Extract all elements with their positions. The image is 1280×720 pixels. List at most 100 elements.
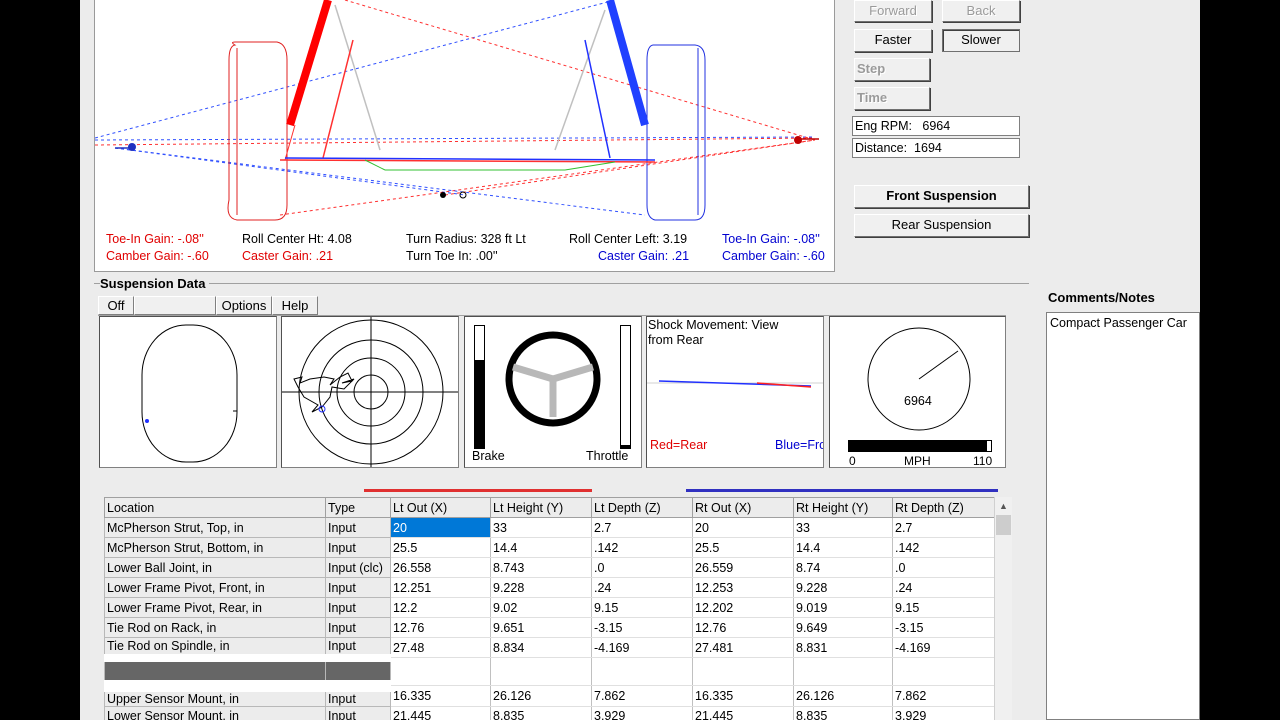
speed-bar <box>848 440 992 452</box>
roll-center-height: Roll Center Ht: 4.08 <box>242 232 352 246</box>
value-cell[interactable]: 25.5 <box>390 537 491 558</box>
value-cell[interactable]: 9.651 <box>490 617 592 638</box>
value-cell[interactable]: 33 <box>793 517 893 538</box>
table-row[interactable]: Lower Ball Joint, in Input (clc) 26.558 8.7… <box>104 557 995 578</box>
value-cell[interactable]: 14.4 <box>793 537 893 558</box>
value-cell[interactable]: -4.169 <box>892 637 995 658</box>
table-row[interactable]: Lower Frame Pivot, Rear, in Input 12.2 9.02… <box>104 597 995 618</box>
header-type[interactable]: Type <box>325 497 391 518</box>
value-cell[interactable]: 12.253 <box>692 577 794 598</box>
value-cell[interactable]: 27.481 <box>692 637 794 658</box>
value-cell[interactable]: 26.126 <box>490 685 592 707</box>
front-suspension-button[interactable]: Front Suspension <box>854 185 1029 208</box>
value-cell[interactable]: -3.15 <box>591 617 693 638</box>
value-cell[interactable]: 8.835 <box>793 706 893 720</box>
value-cell[interactable]: .24 <box>892 577 995 598</box>
value-cell[interactable]: 16.335 <box>692 685 794 707</box>
forward-button[interactable]: Forward <box>854 0 932 22</box>
value-cell[interactable]: .0 <box>892 557 995 578</box>
value-cell[interactable]: .24 <box>591 577 693 598</box>
value-cell[interactable]: 3.929 <box>892 706 995 720</box>
value-cell[interactable]: 26.558 <box>390 557 491 578</box>
row-label-cell: McPherson Strut, Bottom, in <box>104 537 326 558</box>
table-row[interactable]: Tie Rod on Rack, in Input 12.76 9.651 -3.15 1… <box>104 617 995 638</box>
value-cell[interactable]: 9.649 <box>793 617 893 638</box>
header-lt-height[interactable]: Lt Height (Y) <box>490 497 592 518</box>
value-cell[interactable]: 12.76 <box>390 617 491 638</box>
slower-button[interactable]: Slower <box>942 29 1020 52</box>
value-cell[interactable]: 20 <box>692 517 794 538</box>
value-cell[interactable]: 8.831 <box>793 637 893 658</box>
value-cell[interactable]: 8.743 <box>490 557 592 578</box>
value-cell[interactable]: 21.445 <box>390 706 491 720</box>
header-rt-out[interactable]: Rt Out (X) <box>692 497 794 518</box>
value-cell[interactable]: 26.559 <box>692 557 794 578</box>
scroll-thumb[interactable] <box>996 515 1011 535</box>
eng-rpm-field: Eng RPM: 6964 <box>852 116 1020 136</box>
header-lt-out[interactable]: Lt Out (X) <box>390 497 491 518</box>
row-label-cell: Input <box>325 705 391 720</box>
value-cell[interactable]: 33 <box>490 517 592 538</box>
back-button[interactable]: Back <box>942 0 1020 22</box>
table-row[interactable]: Tie Rod on Spindle, in Input 27.48 8.834 -4.… <box>104 637 995 658</box>
table-row[interactable]: Upper Sensor Mount, in Input 16.335 26.126 7… <box>104 685 995 707</box>
value-cell[interactable]: 3.929 <box>591 706 693 720</box>
comments-title: Comments/Notes <box>1048 290 1155 305</box>
value-cell[interactable]: 16.335 <box>390 685 491 707</box>
value-cell[interactable]: .142 <box>591 537 693 558</box>
value-cell[interactable]: 21.445 <box>692 706 794 720</box>
value-cell[interactable]: 8.74 <box>793 557 893 578</box>
suspension-data-table: Location Type Lt Out (X) Lt Height (Y) L… <box>104 497 995 720</box>
separator-cell <box>104 653 326 692</box>
suspension-menu-bar: Off Options Help <box>98 296 1006 316</box>
value-cell[interactable]: 26.126 <box>793 685 893 707</box>
rear-suspension-button[interactable]: Rear Suspension <box>854 214 1029 237</box>
g-force-panel <box>281 316 459 468</box>
value-cell[interactable]: 20 <box>390 517 491 538</box>
menu-blank[interactable] <box>134 296 216 315</box>
value-cell[interactable]: -4.169 <box>591 637 693 658</box>
row-label-cell: Input <box>325 517 391 538</box>
value-cell[interactable]: 2.7 <box>591 517 693 538</box>
menu-help[interactable]: Help <box>272 296 318 315</box>
header-rt-height[interactable]: Rt Height (Y) <box>793 497 893 518</box>
table-row[interactable]: Lower Sensor Mount, in Input 21.445 8.835 3.… <box>104 705 995 720</box>
value-cell[interactable]: 9.02 <box>490 597 592 618</box>
speed-max: 110 <box>973 454 993 468</box>
value-cell[interactable]: 12.76 <box>692 617 794 638</box>
value-cell[interactable]: 7.862 <box>591 685 693 707</box>
menu-off[interactable]: Off <box>98 296 134 315</box>
value-cell[interactable]: 8.834 <box>490 637 592 658</box>
value-cell[interactable]: 2.7 <box>892 517 995 538</box>
value-cell[interactable]: .142 <box>892 537 995 558</box>
table-scrollbar[interactable]: ▲ <box>994 497 1012 720</box>
value-cell[interactable]: 14.4 <box>490 537 592 558</box>
header-rt-depth[interactable]: Rt Depth (Z) <box>892 497 995 518</box>
value-cell[interactable]: 9.228 <box>490 577 592 598</box>
value-cell[interactable]: 9.228 <box>793 577 893 598</box>
time-button[interactable]: Time <box>854 87 930 110</box>
value-cell[interactable]: 8.835 <box>490 706 592 720</box>
step-button[interactable]: Step <box>854 58 930 81</box>
row-label-cell: Tie Rod on Rack, in <box>104 617 326 638</box>
value-cell[interactable]: 9.15 <box>591 597 693 618</box>
value-cell[interactable]: 12.251 <box>390 577 491 598</box>
faster-button[interactable]: Faster <box>854 29 932 52</box>
value-cell[interactable]: 9.15 <box>892 597 995 618</box>
value-cell[interactable]: .0 <box>591 557 693 578</box>
value-cell[interactable]: 9.019 <box>793 597 893 618</box>
value-cell[interactable]: 27.48 <box>390 637 491 658</box>
menu-options[interactable]: Options <box>216 296 272 315</box>
comments-textbox[interactable]: Compact Passenger Car <box>1046 312 1200 720</box>
header-lt-depth[interactable]: Lt Depth (Z) <box>591 497 693 518</box>
value-cell[interactable]: 12.2 <box>390 597 491 618</box>
table-row[interactable]: Lower Frame Pivot, Front, in Input 12.251 9… <box>104 577 995 598</box>
value-cell[interactable]: 7.862 <box>892 685 995 707</box>
scroll-up-icon[interactable]: ▲ <box>995 497 1012 515</box>
table-row[interactable]: McPherson Strut, Bottom, in Input 25.5 14.4… <box>104 537 995 558</box>
table-row[interactable]: McPherson Strut, Top, in Input 20 33 2.7 20 33… <box>104 517 995 538</box>
header-location[interactable]: Location <box>104 497 326 518</box>
value-cell[interactable]: 12.202 <box>692 597 794 618</box>
value-cell[interactable]: -3.15 <box>892 617 995 638</box>
value-cell[interactable]: 25.5 <box>692 537 794 558</box>
